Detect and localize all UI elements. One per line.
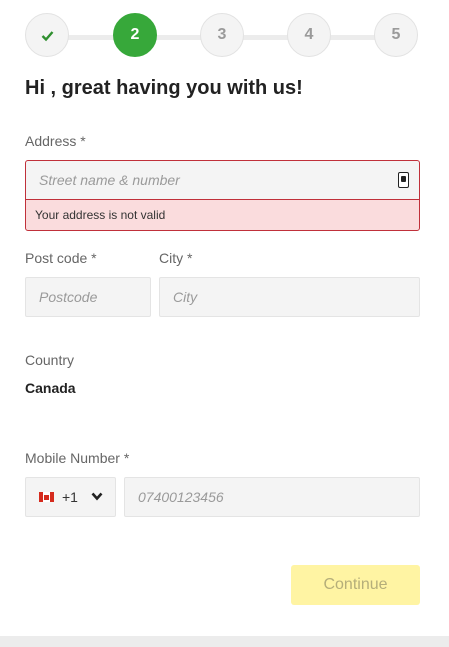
address-error-message: Your address is not valid xyxy=(25,199,420,231)
city-placeholder: City xyxy=(173,289,198,305)
address-book-icon[interactable] xyxy=(398,172,409,188)
step-4[interactable]: 4 xyxy=(287,13,331,57)
step-1[interactable] xyxy=(25,13,69,57)
postcode-label: Post code * xyxy=(25,250,97,266)
city-input[interactable]: City xyxy=(159,277,420,317)
postcode-input[interactable]: Postcode xyxy=(25,277,151,317)
postcode-placeholder: Postcode xyxy=(39,289,98,305)
address-input[interactable]: Street name & number xyxy=(25,160,420,199)
address-label: Address * xyxy=(25,133,86,149)
mobile-label: Mobile Number * xyxy=(25,450,130,466)
country-label: Country xyxy=(25,352,75,368)
mobile-placeholder: 07400123456 xyxy=(138,489,224,505)
canada-flag-icon xyxy=(39,492,54,502)
progress-stepper: 2 3 4 5 xyxy=(25,13,421,59)
country-value: Canada xyxy=(25,380,76,396)
country-code-value: +1 xyxy=(62,489,78,505)
address-placeholder: Street name & number xyxy=(39,172,180,188)
step-5[interactable]: 5 xyxy=(374,13,418,57)
page-title: Hi , great having you with us! xyxy=(25,77,303,99)
check-icon xyxy=(41,30,53,41)
footer-bar xyxy=(0,636,449,647)
mobile-number-input[interactable]: 07400123456 xyxy=(124,477,420,517)
continue-button[interactable]: Continue xyxy=(291,565,420,605)
chevron-down-icon xyxy=(91,492,103,501)
step-3[interactable]: 3 xyxy=(200,13,244,57)
country-code-select[interactable]: +1 xyxy=(25,477,116,517)
step-2[interactable]: 2 xyxy=(113,13,157,57)
city-label: City * xyxy=(159,250,193,266)
